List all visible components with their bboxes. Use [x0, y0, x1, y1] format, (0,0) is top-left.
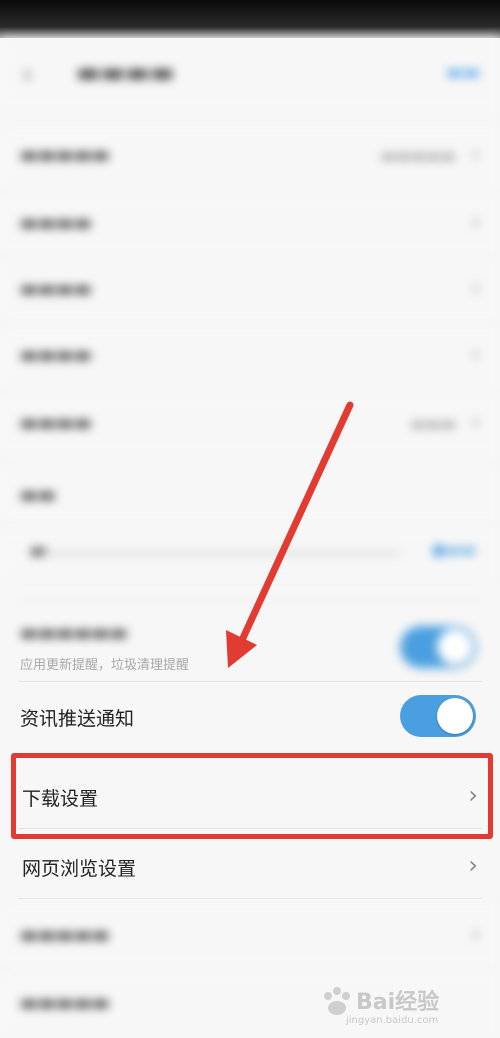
watermark-brand: Bai经验 — [356, 990, 440, 1015]
annotation-arrow — [226, 401, 354, 668]
watermark: Bai经验 jingyan.baidu.com — [316, 982, 486, 1032]
watermark-site: jingyan.baidu.com — [346, 1015, 439, 1026]
